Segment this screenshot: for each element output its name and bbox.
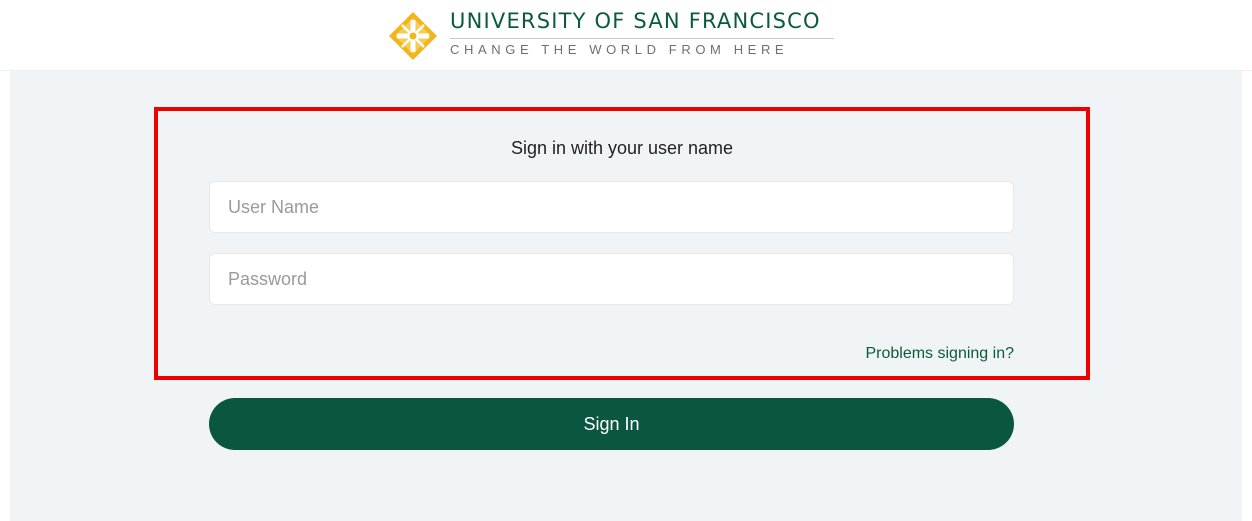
usf-logo[interactable]: UNIVERSITY OF SAN FRANCISCO CHANGE THE W… — [388, 8, 858, 64]
red-highlight-box — [154, 107, 1090, 380]
university-tagline: CHANGE THE WORLD FROM HERE — [450, 42, 789, 57]
site-header: UNIVERSITY OF SAN FRANCISCO CHANGE THE W… — [0, 0, 1252, 71]
logo-divider — [450, 38, 834, 39]
sign-in-button[interactable]: Sign In — [209, 398, 1014, 450]
university-name: UNIVERSITY OF SAN FRANCISCO — [450, 9, 821, 33]
usf-cross-logo-icon — [389, 12, 437, 60]
